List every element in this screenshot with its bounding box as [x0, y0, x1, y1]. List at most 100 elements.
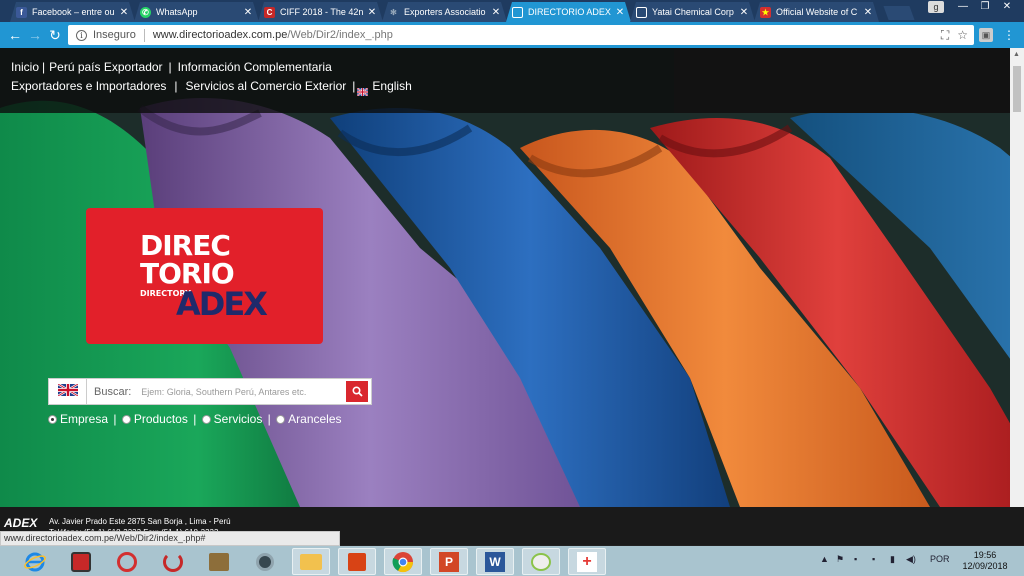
page-icon — [636, 7, 647, 18]
internet-explorer-icon[interactable] — [16, 548, 54, 575]
radio-productos[interactable] — [121, 414, 131, 424]
scrollbar-thumb[interactable] — [1013, 66, 1021, 112]
radio-empresa[interactable] — [48, 414, 57, 424]
back-arrow-icon[interactable]: ← — [6, 26, 24, 44]
nav-link-peru-pais-exportador[interactable]: Perú país Exportador — [49, 60, 162, 74]
tray-arrow-icon[interactable]: ▲ — [820, 554, 829, 564]
tab-title: Facebook – entre ou — [32, 7, 115, 17]
divider — [143, 28, 145, 42]
restart-icon[interactable] — [154, 548, 192, 575]
divider: | — [42, 60, 46, 74]
url-text[interactable]: www.directorioadex.com.pe/Web/Dir2/index… — [153, 29, 393, 41]
tab-official-website[interactable]: ★ Official Website of C ✕ — [754, 2, 879, 22]
nav-row-1: Inicio | Perú país Exportador | Información … — [11, 58, 674, 77]
directorio-adex-logo[interactable]: DIREC TORIO DIRECTORY ADEX — [86, 208, 323, 344]
browser-toolbar: ← → ↻ i Inseguro www.directorioadex.com.… — [0, 22, 1024, 48]
tab-exporters[interactable]: ✻ Exporters Associatio ✕ — [382, 2, 507, 22]
archive-icon[interactable] — [200, 548, 238, 575]
menu-icon[interactable]: ⋮ — [1002, 28, 1016, 42]
tab-whatsapp[interactable]: ✆ WhatsApp ✕ — [134, 2, 259, 22]
tab-title: DIRECTORIO ADEX — [528, 7, 611, 17]
close-window-icon[interactable]: ✕ — [996, 0, 1018, 14]
option-label: Empresa — [60, 412, 109, 426]
nav-link-english[interactable]: English — [372, 79, 411, 93]
nav-row-2: Exportadores e Importadores | Servicios al… — [11, 77, 674, 97]
app-icon[interactable] — [62, 548, 100, 575]
radio-aranceles[interactable] — [276, 414, 286, 424]
logo-text: TORIO — [140, 257, 235, 290]
minimize-icon[interactable]: — — [952, 0, 974, 14]
tab-facebook[interactable]: f Facebook – entre ou ✕ — [10, 2, 135, 22]
word-icon[interactable]: W — [476, 548, 514, 575]
page-icon — [512, 7, 523, 18]
divider: | — [110, 412, 120, 426]
nav-link-informacion-complementaria[interactable]: Información Complementaria — [178, 60, 332, 74]
address-bar[interactable]: i Inseguro www.directorioadex.com.pe/Web… — [68, 25, 974, 45]
tab-directorio-adex[interactable]: DIRECTORIO ADEX ✕ — [506, 2, 631, 22]
action-center-icon[interactable]: ⚑ — [836, 554, 844, 565]
clock-time: 19:56 — [973, 550, 997, 560]
volume-icon[interactable]: ◀) — [906, 554, 916, 565]
top-navigation: Inicio | Perú país Exportador | Información … — [0, 48, 1010, 113]
scroll-up-icon[interactable]: ▲ — [1013, 51, 1020, 58]
facebook-icon: f — [16, 7, 27, 18]
file-explorer-icon[interactable] — [292, 548, 330, 575]
url-host: www.directorioadex.com.pe — [152, 29, 288, 41]
close-icon[interactable]: ✕ — [241, 7, 255, 18]
search-button[interactable] — [346, 381, 368, 402]
language-indicator[interactable]: POR — [930, 554, 950, 564]
translate-icon[interactable]: ⛶ — [941, 28, 949, 43]
security-label: Inseguro — [93, 29, 136, 41]
nav-link-servicios-comercio-exterior[interactable]: Servicios al Comercio Exterior — [186, 79, 347, 93]
sync-icon[interactable] — [108, 548, 146, 575]
new-tab-button[interactable] — [883, 6, 915, 20]
clock-date: 12/09/2018 — [962, 561, 1008, 571]
network-icon[interactable]: ▮ — [890, 554, 895, 565]
medical-app-icon[interactable]: + — [568, 548, 606, 575]
search-label: Buscar: — [94, 385, 132, 398]
language-flag-button[interactable] — [49, 379, 87, 404]
webcam-icon[interactable] — [246, 548, 284, 575]
paint-icon[interactable] — [522, 548, 560, 575]
tab-yatai[interactable]: Yatai Chemical Corp ✕ — [630, 2, 755, 22]
info-icon[interactable]: i — [76, 29, 87, 41]
tray-app-icon[interactable]: ▪ — [872, 554, 875, 564]
tab-title: Yatai Chemical Corp — [652, 7, 734, 17]
close-icon[interactable]: ✕ — [861, 7, 875, 18]
option-label: Productos — [133, 412, 188, 426]
nav-link-inicio[interactable]: Inicio — [11, 60, 39, 74]
whatsapp-icon: ✆ — [140, 7, 151, 18]
search-input[interactable] — [141, 386, 342, 397]
logo-text: DIREC — [140, 229, 231, 262]
star-icon[interactable]: ☆ — [957, 28, 968, 43]
close-icon[interactable]: ✕ — [613, 7, 627, 18]
nav-link-exportadores-importadores[interactable]: Exportadores e Importadores — [11, 79, 166, 93]
tab-ciff[interactable]: C CIFF 2018 - The 42n ✕ — [258, 2, 383, 22]
close-icon[interactable]: ✕ — [489, 7, 503, 18]
tray-app-icon[interactable]: ▪ — [854, 554, 857, 564]
reload-icon[interactable]: ↻ — [46, 26, 64, 44]
uk-flag-icon — [56, 382, 79, 401]
url-path: /Web/Dir2/index_.php — [287, 29, 393, 41]
flag-icon: ★ — [761, 7, 770, 17]
windows-taskbar: P W + ▲ ⚑ ▪ ▪ ▮ ◀) POR 19:56 12/09/2018 — [0, 546, 1024, 576]
close-icon[interactable]: ✕ — [737, 7, 751, 18]
option-label: Aranceles — [288, 412, 342, 426]
uk-flag-icon — [356, 83, 369, 97]
extension-icon[interactable]: ▣ — [979, 28, 993, 42]
tab-strip: f Facebook – entre ou ✕ ✆ WhatsApp ✕ C C… — [0, 0, 1024, 22]
radio-servicios[interactable] — [201, 414, 211, 424]
search-bar: Buscar: — [48, 378, 372, 405]
divider: | — [168, 60, 172, 74]
forward-arrow-icon[interactable]: → — [26, 26, 44, 44]
system-clock[interactable]: 19:56 12/09/2018 — [958, 550, 1012, 572]
nav-backdrop — [674, 48, 1010, 113]
restore-icon[interactable]: ❐ — [974, 0, 996, 14]
profile-button[interactable]: g — [928, 1, 944, 13]
powerpoint-icon[interactable]: P — [430, 548, 468, 575]
slideshow-icon[interactable] — [338, 548, 376, 575]
close-icon[interactable]: ✕ — [365, 7, 379, 18]
close-icon[interactable]: ✕ — [117, 7, 131, 18]
page-scrollbar[interactable]: ▲ — [1010, 48, 1024, 507]
chrome-icon[interactable] — [384, 548, 422, 575]
